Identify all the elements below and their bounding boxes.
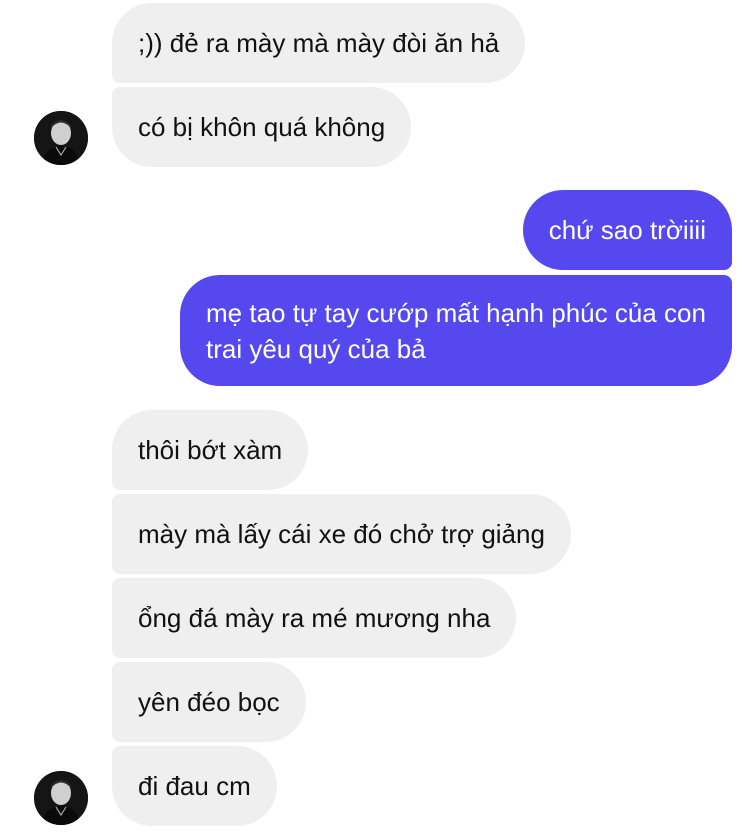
incoming-message-bubble[interactable]: ;)) đẻ ra mày mà mày đòi ăn hả (112, 3, 526, 83)
contact-avatar-icon[interactable] (34, 111, 88, 165)
avatar-image (34, 771, 88, 825)
message-text: thôi bớt xàm (138, 435, 283, 465)
incoming-message-bubble[interactable]: thôi bớt xàm (112, 410, 309, 490)
incoming-message-bubble[interactable]: mày mà lấy cái xe đó chở trợ giảng (112, 494, 571, 574)
incoming-message-bubble[interactable]: ổng đá mày ra mé mương nha (112, 578, 517, 658)
incoming-message-bubble[interactable]: đi đau cm (112, 746, 277, 826)
outgoing-message-bubble[interactable]: chứ sao trời​iii (522, 190, 732, 270)
message-text: đi đau cm (138, 771, 251, 801)
message-text: có bị khôn quá không (138, 112, 386, 142)
contact-avatar-icon[interactable] (34, 771, 88, 825)
message-text: mẹ tao tự tay cướp mất hạnh phúc của con… (206, 298, 706, 364)
outgoing-message-bubble[interactable]: mẹ tao tự tay cướp mất hạnh phúc của con… (180, 275, 732, 386)
avatar-image (34, 111, 88, 165)
message-text: ổng đá mày ra mé mương nha (138, 603, 491, 633)
incoming-message-bubble[interactable]: yên đéo bọc (112, 662, 306, 742)
message-text: yên đéo bọc (138, 687, 280, 717)
chat-thread: ;)) đẻ ra mày mà mày đòi ăn hả có bị khô… (0, 0, 750, 833)
message-text: chứ sao trời​iii (548, 215, 706, 245)
message-text: mày mà lấy cái xe đó chở trợ giảng (138, 519, 545, 549)
incoming-message-bubble[interactable]: có bị khôn quá không (112, 87, 412, 167)
message-text: ;)) đẻ ra mày mà mày đòi ăn hả (138, 28, 500, 58)
